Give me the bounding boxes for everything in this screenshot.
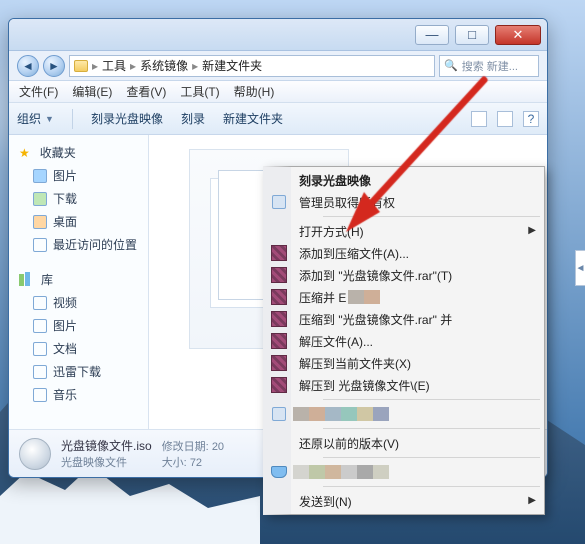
favorites-header: 收藏夹 bbox=[40, 144, 76, 161]
ctx-obscured-row[interactable] bbox=[293, 403, 542, 425]
sidebar-item-desktop[interactable]: 桌面 bbox=[9, 210, 148, 233]
rar-icon bbox=[271, 245, 287, 261]
edge-tab[interactable]: ◄ bbox=[575, 250, 585, 286]
sidebar: ★ 收藏夹 图片 下载 桌面 最近访问的位置 库 bbox=[9, 135, 149, 429]
crumb-mid[interactable]: 系统镜像 bbox=[140, 57, 188, 74]
rar-icon bbox=[271, 333, 287, 349]
libraries-header: 库 bbox=[41, 271, 53, 288]
share-icon bbox=[271, 466, 287, 478]
folder-icon bbox=[74, 60, 88, 72]
toolbar-new-folder[interactable]: 新建文件夹 bbox=[223, 110, 283, 127]
status-filetype: 光盘映像文件 bbox=[61, 454, 152, 470]
rar-icon bbox=[271, 311, 287, 327]
ctx-rar-add[interactable]: 添加到压缩文件(A)... bbox=[293, 242, 542, 264]
pictures-lib-icon bbox=[33, 319, 47, 333]
toolbar-organize[interactable]: 组织▼ bbox=[17, 110, 54, 127]
sidebar-item-documents[interactable]: 文档 bbox=[9, 337, 148, 360]
menu-view[interactable]: 查看(V) bbox=[126, 83, 166, 100]
music-icon bbox=[33, 388, 47, 402]
ctx-admin[interactable]: 管理员取得所有权 bbox=[293, 191, 542, 213]
titlebar: — □ ✕ bbox=[9, 19, 547, 51]
close-button[interactable]: ✕ bbox=[495, 25, 541, 45]
menu-tools[interactable]: 工具(T) bbox=[180, 83, 219, 100]
iso-icon bbox=[19, 438, 51, 470]
documents-icon bbox=[33, 342, 47, 356]
toolbar-burn[interactable]: 刻录 bbox=[181, 110, 205, 127]
ctx-extract-to[interactable]: 解压到 光盘镜像文件\(E) bbox=[293, 374, 542, 396]
sidebar-item-lib-pictures[interactable]: 图片 bbox=[9, 314, 148, 337]
breadcrumb[interactable]: ▸ 工具 ▸ 系统镜像 ▸ 新建文件夹 bbox=[69, 55, 435, 77]
ctx-extract[interactable]: 解压文件(A)... bbox=[293, 330, 542, 352]
menu-file[interactable]: 文件(F) bbox=[19, 83, 58, 100]
ctx-rar-zip-named[interactable]: 压缩到 "光盘镜像文件.rar" 并 bbox=[293, 308, 542, 330]
crumb-leaf[interactable]: 新建文件夹 bbox=[202, 57, 262, 74]
toolbar-burn-iso[interactable]: 刻录光盘映像 bbox=[91, 110, 163, 127]
nav-forward-button[interactable]: ► bbox=[43, 55, 65, 77]
toolbar: 组织▼ 刻录光盘映像 刻录 新建文件夹 ? bbox=[9, 103, 547, 135]
sidebar-item-videos[interactable]: 视频 bbox=[9, 291, 148, 314]
help-button[interactable]: ? bbox=[523, 111, 539, 127]
xunlei-icon bbox=[33, 365, 47, 379]
ctx-rar-zip-e[interactable]: 压缩并 E bbox=[293, 286, 542, 308]
rar-icon bbox=[271, 289, 287, 305]
pictures-icon bbox=[33, 169, 47, 183]
ctx-send-to[interactable]: 发送到(N)▶ bbox=[293, 490, 542, 512]
star-icon: ★ bbox=[19, 146, 30, 160]
rar-icon bbox=[271, 267, 287, 283]
nav-back-button[interactable]: ◄ bbox=[17, 55, 39, 77]
view-mode-button[interactable] bbox=[471, 111, 487, 127]
submenu-arrow-icon: ▶ bbox=[528, 495, 536, 506]
downloads-icon bbox=[33, 192, 47, 206]
maximize-button[interactable]: □ bbox=[455, 25, 489, 45]
menu-help[interactable]: 帮助(H) bbox=[234, 83, 275, 100]
ctx-open-with[interactable]: 打开方式(H)▶ bbox=[293, 220, 542, 242]
libraries-icon bbox=[19, 272, 35, 288]
address-row: ◄ ► ▸ 工具 ▸ 系统镜像 ▸ 新建文件夹 🔍 搜索 新建... bbox=[9, 51, 547, 81]
sidebar-item-music[interactable]: 音乐 bbox=[9, 383, 148, 406]
menu-edit[interactable]: 编辑(E) bbox=[72, 83, 112, 100]
ctx-prev-versions[interactable]: 还原以前的版本(V) bbox=[293, 432, 542, 454]
minimize-button[interactable]: — bbox=[415, 25, 449, 45]
context-menu: 刻录光盘映像管理员取得所有权打开方式(H)▶添加到压缩文件(A)...添加到 "… bbox=[263, 166, 545, 515]
rar-icon bbox=[271, 355, 287, 371]
rar-icon bbox=[271, 377, 287, 393]
desktop-icon bbox=[33, 215, 47, 229]
sidebar-item-recent[interactable]: 最近访问的位置 bbox=[9, 233, 148, 256]
crumb-root[interactable]: 工具 bbox=[102, 57, 126, 74]
sidebar-item-downloads[interactable]: 下载 bbox=[9, 187, 148, 210]
menubar: 文件(F) 编辑(E) 查看(V) 工具(T) 帮助(H) bbox=[9, 81, 547, 103]
shell-icon bbox=[272, 407, 286, 421]
submenu-arrow-icon: ▶ bbox=[528, 225, 536, 236]
sidebar-item-xunlei[interactable]: 迅雷下载 bbox=[9, 360, 148, 383]
ctx-obscured-row2[interactable] bbox=[293, 461, 542, 483]
preview-pane-button[interactable] bbox=[497, 111, 513, 127]
search-icon: 🔍 bbox=[444, 59, 458, 72]
videos-icon bbox=[33, 296, 47, 310]
ctx-extract-here[interactable]: 解压到当前文件夹(X) bbox=[293, 352, 542, 374]
ctx-burn-iso[interactable]: 刻录光盘映像 bbox=[293, 169, 542, 191]
ctx-rar-add-named[interactable]: 添加到 "光盘镜像文件.rar"(T) bbox=[293, 264, 542, 286]
shell-icon bbox=[272, 195, 286, 209]
recent-icon bbox=[33, 238, 47, 252]
sidebar-item-pictures[interactable]: 图片 bbox=[9, 164, 148, 187]
status-filename: 光盘镜像文件.iso bbox=[61, 437, 152, 454]
search-input[interactable]: 🔍 搜索 新建... bbox=[439, 55, 539, 77]
